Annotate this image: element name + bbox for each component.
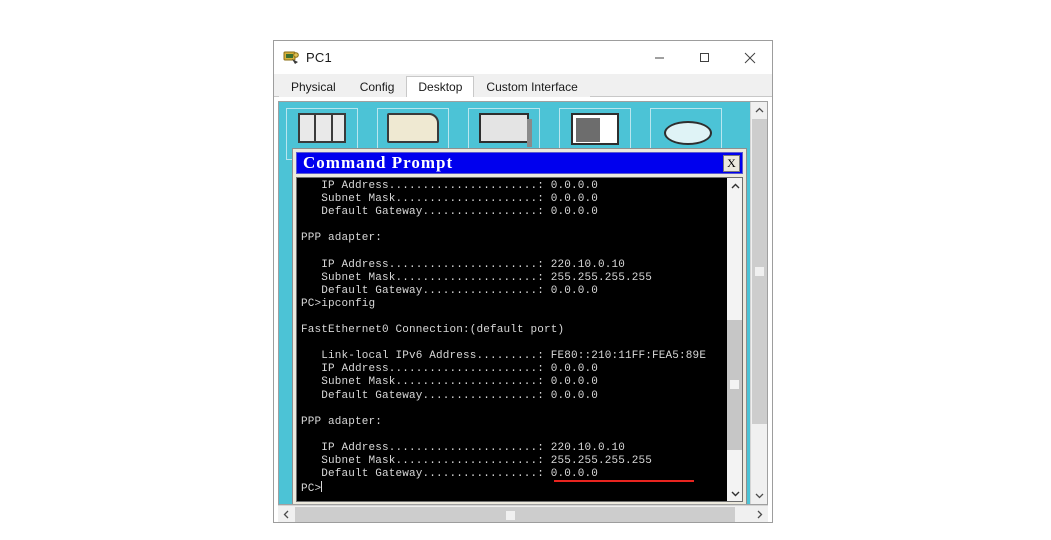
command-prompt-title: Command Prompt [303, 153, 454, 172]
console-scroll-up-icon[interactable] [727, 178, 743, 194]
console-scroll-track[interactable] [727, 194, 742, 485]
packet-tracer-pc-icon [282, 50, 300, 66]
console-scroll-down-icon[interactable] [727, 485, 743, 501]
tab-bar: Physical Config Desktop Custom Interface [274, 74, 772, 97]
desktop-panel: Command Prompt X IP Address.............… [274, 97, 772, 522]
pc1-window: PC1 Physical Config Desktop Custom Inter… [273, 40, 773, 523]
tab-desktop[interactable]: Desktop [406, 76, 475, 97]
desktop-scroll-down-icon[interactable] [751, 487, 768, 504]
console-cursor [321, 481, 323, 493]
desktop-scroll-left-icon[interactable] [278, 506, 295, 523]
desktop-scroll-up-icon[interactable] [751, 102, 768, 119]
tab-custom-interface[interactable]: Custom Interface [474, 76, 590, 97]
command-prompt-close-icon[interactable]: X [723, 154, 740, 172]
console-scroll-grip [730, 380, 739, 389]
screenshot-root: PC1 Physical Config Desktop Custom Inter… [0, 0, 1051, 540]
desktop-canvas: Command Prompt X IP Address.............… [278, 101, 768, 505]
window-title: PC1 [306, 50, 332, 65]
window-controls [637, 41, 772, 74]
command-prompt-window: Command Prompt X IP Address.............… [292, 148, 747, 504]
tab-physical[interactable]: Physical [279, 76, 348, 97]
window-titlebar: PC1 [274, 41, 772, 74]
red-underline-annotation [554, 480, 694, 482]
minimize-button[interactable] [637, 41, 682, 74]
console-output-area[interactable]: IP Address......................: 0.0.0.… [297, 178, 726, 501]
command-prompt-body: IP Address......................: 0.0.0.… [296, 177, 743, 502]
desktop-hscroll-grip [506, 511, 515, 520]
console-scroll-thumb[interactable] [727, 320, 742, 450]
desktop-hscroll-thumb[interactable] [295, 507, 735, 522]
console-vertical-scrollbar[interactable] [726, 178, 742, 501]
desktop-scroll-right-icon[interactable] [751, 506, 768, 523]
console-output-text: IP Address......................: 0.0.0.… [301, 180, 707, 496]
desktop-scroll-grip [755, 267, 764, 276]
desktop-vertical-scrollbar[interactable] [750, 102, 767, 504]
command-prompt-titlebar: Command Prompt X [296, 152, 743, 174]
tab-config[interactable]: Config [347, 76, 407, 97]
maximize-button[interactable] [682, 41, 727, 74]
close-button[interactable] [727, 41, 772, 74]
desktop-scroll-thumb[interactable] [752, 119, 767, 424]
desktop-horizontal-scrollbar[interactable] [278, 505, 768, 522]
